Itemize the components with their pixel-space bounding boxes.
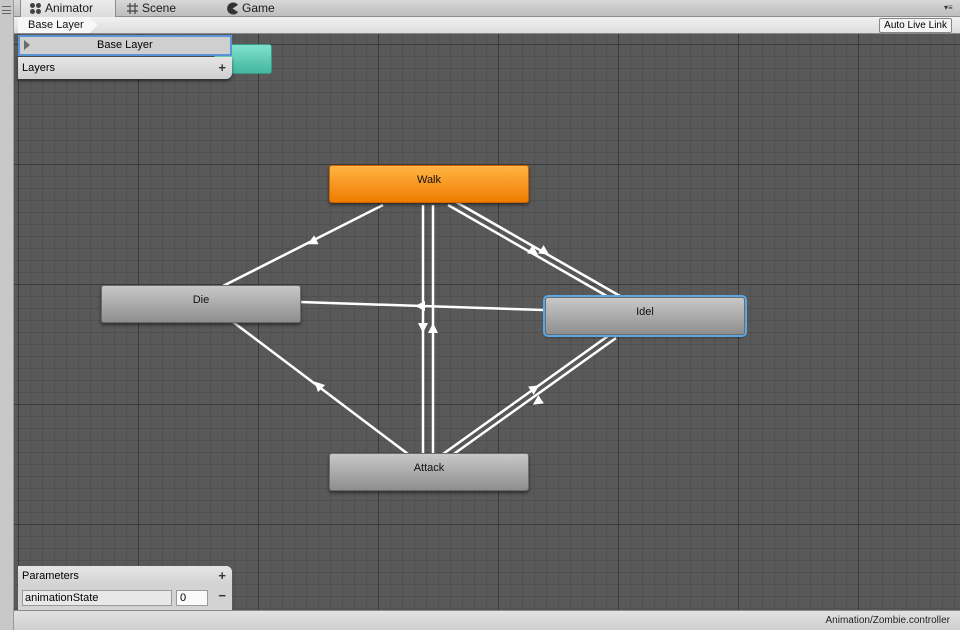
transition-attack-idel[interactable] xyxy=(442,334,609,456)
state-node-die[interactable]: Die xyxy=(101,285,301,323)
transition-idel-walk[interactable] xyxy=(455,200,621,298)
parameter-value-field[interactable]: 0 xyxy=(176,590,208,606)
window-menu-icon[interactable]: ▾≡ xyxy=(944,3,956,13)
remove-parameter-button[interactable]: − xyxy=(218,588,226,603)
state-label: Attack xyxy=(413,462,445,474)
transition-die-attack[interactable] xyxy=(232,321,409,455)
transition-idel-attack[interactable] xyxy=(450,336,617,458)
layers-header: Layers + xyxy=(18,57,232,79)
breadcrumb-toolbar: Base Layer Auto Live Link xyxy=(14,17,960,34)
breadcrumb-base-layer[interactable]: Base Layer xyxy=(18,17,98,33)
tab-bar: Animator Scene Game ▾≡ xyxy=(14,0,960,17)
status-bar: Animation/Zombie.controller xyxy=(14,610,960,630)
add-parameter-button[interactable]: + xyxy=(218,566,226,586)
state-node-walk[interactable]: Walk xyxy=(329,165,529,203)
add-layer-button[interactable]: + xyxy=(218,57,226,79)
expand-arrow-icon[interactable] xyxy=(24,40,30,50)
tab-label: Game xyxy=(242,1,275,15)
layer-name: Base Layer xyxy=(97,39,153,51)
parameters-header: Parameters + xyxy=(18,566,232,586)
tab-animator[interactable]: Animator xyxy=(20,0,116,17)
layers-panel: Base Layer Layers + xyxy=(18,35,232,79)
parameters-title: Parameters xyxy=(22,570,79,582)
panel-menu-icon[interactable] xyxy=(2,6,11,14)
auto-live-link-button[interactable]: Auto Live Link xyxy=(879,18,952,33)
state-label: Walk xyxy=(416,174,442,186)
scene-grid-icon xyxy=(127,3,138,14)
state-label: Idel xyxy=(636,306,654,318)
state-node-attack[interactable]: Attack xyxy=(329,453,529,491)
animator-icon xyxy=(30,3,41,14)
parameters-panel: Parameters + animationState 0 − xyxy=(18,566,232,610)
left-panel-rail xyxy=(0,0,14,630)
layers-title: Layers xyxy=(22,62,56,74)
layer-item-base-layer[interactable]: Base Layer xyxy=(18,35,232,56)
transition-walk-idel[interactable] xyxy=(447,203,613,301)
state-label: Die xyxy=(192,294,210,306)
tab-label: Scene xyxy=(142,1,177,15)
tab-scene[interactable]: Scene xyxy=(118,0,214,17)
transition-walk-die[interactable] xyxy=(222,203,384,288)
state-machine-graph[interactable]: Walk Die Idel Attack xyxy=(14,34,960,610)
game-pacman-icon xyxy=(227,2,238,15)
state-node-idel[interactable]: Idel xyxy=(545,297,745,335)
tab-game[interactable]: Game xyxy=(218,0,314,17)
parameter-name-field[interactable]: animationState xyxy=(22,590,172,606)
tab-label: Animator xyxy=(45,1,94,15)
controller-path: Animation/Zombie.controller xyxy=(825,615,951,626)
